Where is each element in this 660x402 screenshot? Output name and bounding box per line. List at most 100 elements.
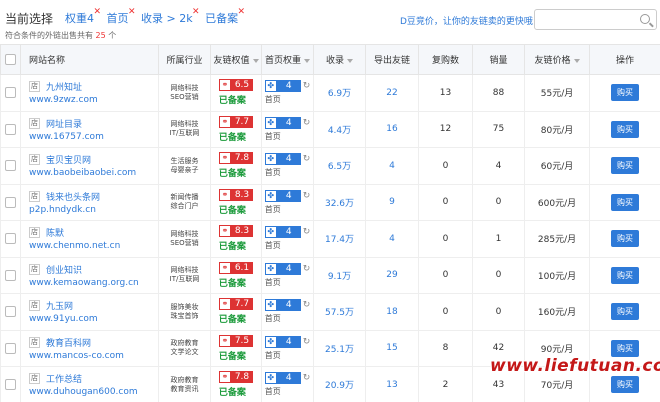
shop-tag[interactable]: 店	[29, 300, 40, 312]
site-domain-link[interactable]: www.duhougan600.com	[29, 387, 158, 397]
buy-button[interactable]: 购买	[611, 376, 639, 394]
buy-button[interactable]: 购买	[611, 193, 639, 211]
search-icon[interactable]	[640, 14, 650, 24]
buy-button[interactable]: 购买	[611, 266, 639, 284]
remove-filter-icon[interactable]: ✕	[128, 7, 136, 17]
site-title-link[interactable]: 教育百科网	[46, 336, 91, 349]
col-price[interactable]: 友链价格	[524, 44, 590, 75]
export-links-link[interactable]: 22	[386, 88, 397, 98]
paw-icon: ✤	[264, 299, 277, 312]
col-link-weight[interactable]: 友链权值	[210, 44, 262, 75]
shop-tag[interactable]: 店	[29, 81, 40, 93]
site-domain-link[interactable]: www.kemaowang.org.cn	[29, 278, 158, 288]
remove-filter-icon[interactable]: ✕	[192, 7, 200, 17]
filter-chip-home[interactable]: 首页 ✕	[107, 7, 136, 25]
home-weight-cell: ✤ 4 ↻ 首页	[261, 147, 314, 185]
home-page-label: 首页	[264, 387, 281, 397]
home-page-label: 首页	[264, 277, 281, 287]
refresh-icon[interactable]: ↻	[303, 118, 311, 128]
index-count-link[interactable]: 20.9万	[325, 381, 354, 391]
row-checkbox[interactable]	[5, 306, 16, 318]
row-checkbox[interactable]	[5, 87, 16, 99]
shop-tag[interactable]: 店	[29, 154, 40, 166]
buy-button[interactable]: 购买	[611, 303, 639, 321]
buy-button[interactable]: 购买	[611, 84, 639, 102]
refresh-icon[interactable]: ↻	[303, 81, 311, 91]
sort-icon[interactable]	[304, 58, 310, 63]
site-title-link[interactable]: 钱来也头条网	[46, 190, 100, 203]
refresh-icon[interactable]: ↻	[303, 337, 311, 347]
sort-icon[interactable]	[347, 58, 353, 63]
refresh-icon[interactable]: ↻	[303, 264, 311, 274]
refresh-icon[interactable]: ↻	[303, 300, 311, 310]
filter-chip-index[interactable]: 收录 > 2k ✕	[141, 7, 200, 25]
export-links-link[interactable]: 29	[386, 270, 397, 280]
site-title-link[interactable]: 九玉网	[46, 299, 73, 312]
buy-button[interactable]: 购买	[611, 157, 639, 175]
col-index[interactable]: 收录	[313, 44, 366, 75]
row-checkbox[interactable]	[5, 342, 16, 354]
site-title-link[interactable]: 工作总结	[46, 372, 82, 385]
export-links-link[interactable]: 16	[386, 124, 397, 134]
industry-primary: 服饰美妆	[170, 302, 199, 311]
index-count-link[interactable]: 4.4万	[328, 126, 351, 136]
buy-button[interactable]: 购买	[611, 339, 639, 357]
site-title-link[interactable]: 网址目录	[46, 117, 82, 130]
export-links-link[interactable]: 13	[386, 380, 397, 390]
index-count-link[interactable]: 6.5万	[328, 162, 351, 172]
refresh-icon[interactable]: ↻	[303, 227, 311, 237]
search-input[interactable]	[534, 9, 657, 30]
site-domain-link[interactable]: www.mancos-co.com	[29, 351, 158, 361]
promo-link[interactable]: D豆竞价，让你的友链卖的更快哦！	[400, 14, 542, 27]
site-title-link[interactable]: 宝贝宝贝网	[46, 153, 91, 166]
export-links-link[interactable]: 18	[386, 307, 397, 317]
row-checkbox[interactable]	[5, 379, 16, 391]
sort-icon[interactable]	[252, 58, 259, 63]
filter-chip-weight[interactable]: 权重4 ✕	[65, 7, 101, 25]
site-domain-link[interactable]: www.chenmo.net.cn	[29, 241, 158, 251]
index-count-link[interactable]: 17.4万	[325, 235, 354, 245]
remove-filter-icon[interactable]: ✕	[93, 7, 101, 17]
refresh-icon[interactable]: ↻	[303, 373, 311, 383]
row-checkbox[interactable]	[5, 196, 16, 208]
index-count-link[interactable]: 9.1万	[328, 272, 351, 282]
shop-tag[interactable]: 店	[29, 336, 40, 348]
remove-filter-icon[interactable]: ✕	[238, 7, 246, 17]
sales-cell: 0	[472, 256, 525, 294]
site-domain-link[interactable]: www.16757.com	[29, 132, 158, 142]
export-links-link[interactable]: 15	[386, 343, 397, 353]
shop-tag[interactable]: 店	[29, 227, 40, 239]
row-checkbox[interactable]	[5, 123, 16, 135]
index-count-link[interactable]: 25.1万	[325, 345, 354, 355]
site-title-link[interactable]: 九州知址	[46, 80, 82, 93]
site-domain-link[interactable]: www.91yu.com	[29, 314, 158, 324]
export-links-link[interactable]: 9	[389, 197, 395, 207]
index-count-link[interactable]: 32.6万	[325, 199, 354, 209]
index-count-link[interactable]: 57.5万	[325, 308, 354, 318]
sort-icon[interactable]	[573, 58, 580, 63]
export-links-link[interactable]: 4	[389, 234, 395, 244]
shop-tag[interactable]: 店	[29, 263, 40, 275]
shop-tag[interactable]: 店	[29, 373, 40, 385]
site-domain-link[interactable]: p2p.hndydk.cn	[29, 205, 158, 215]
site-domain-link[interactable]: www.9zwz.com	[29, 95, 158, 105]
index-count-link[interactable]: 6.9万	[328, 89, 351, 99]
site-title-link[interactable]: 陈默	[46, 226, 64, 239]
shop-tag[interactable]: 店	[29, 117, 40, 129]
buy-button[interactable]: 购买	[611, 120, 639, 138]
select-all-checkbox[interactable]	[5, 54, 16, 65]
rebuy-cell: 0	[418, 293, 473, 331]
refresh-icon[interactable]: ↻	[303, 191, 311, 201]
row-checkbox[interactable]	[5, 160, 16, 172]
site-domain-link[interactable]: www.baobeibaobei.com	[29, 168, 158, 178]
site-title-link[interactable]: 创业知识	[46, 263, 82, 276]
buy-button[interactable]: 购买	[611, 230, 639, 248]
rebuy-cell: 0	[418, 256, 473, 294]
row-checkbox[interactable]	[5, 269, 16, 281]
refresh-icon[interactable]: ↻	[303, 154, 311, 164]
col-home-weight[interactable]: 首页权重	[261, 44, 314, 75]
row-checkbox[interactable]	[5, 233, 16, 245]
filter-chip-beian[interactable]: 已备案 ✕	[205, 7, 245, 25]
export-links-link[interactable]: 4	[389, 161, 395, 171]
shop-tag[interactable]: 店	[29, 190, 40, 202]
